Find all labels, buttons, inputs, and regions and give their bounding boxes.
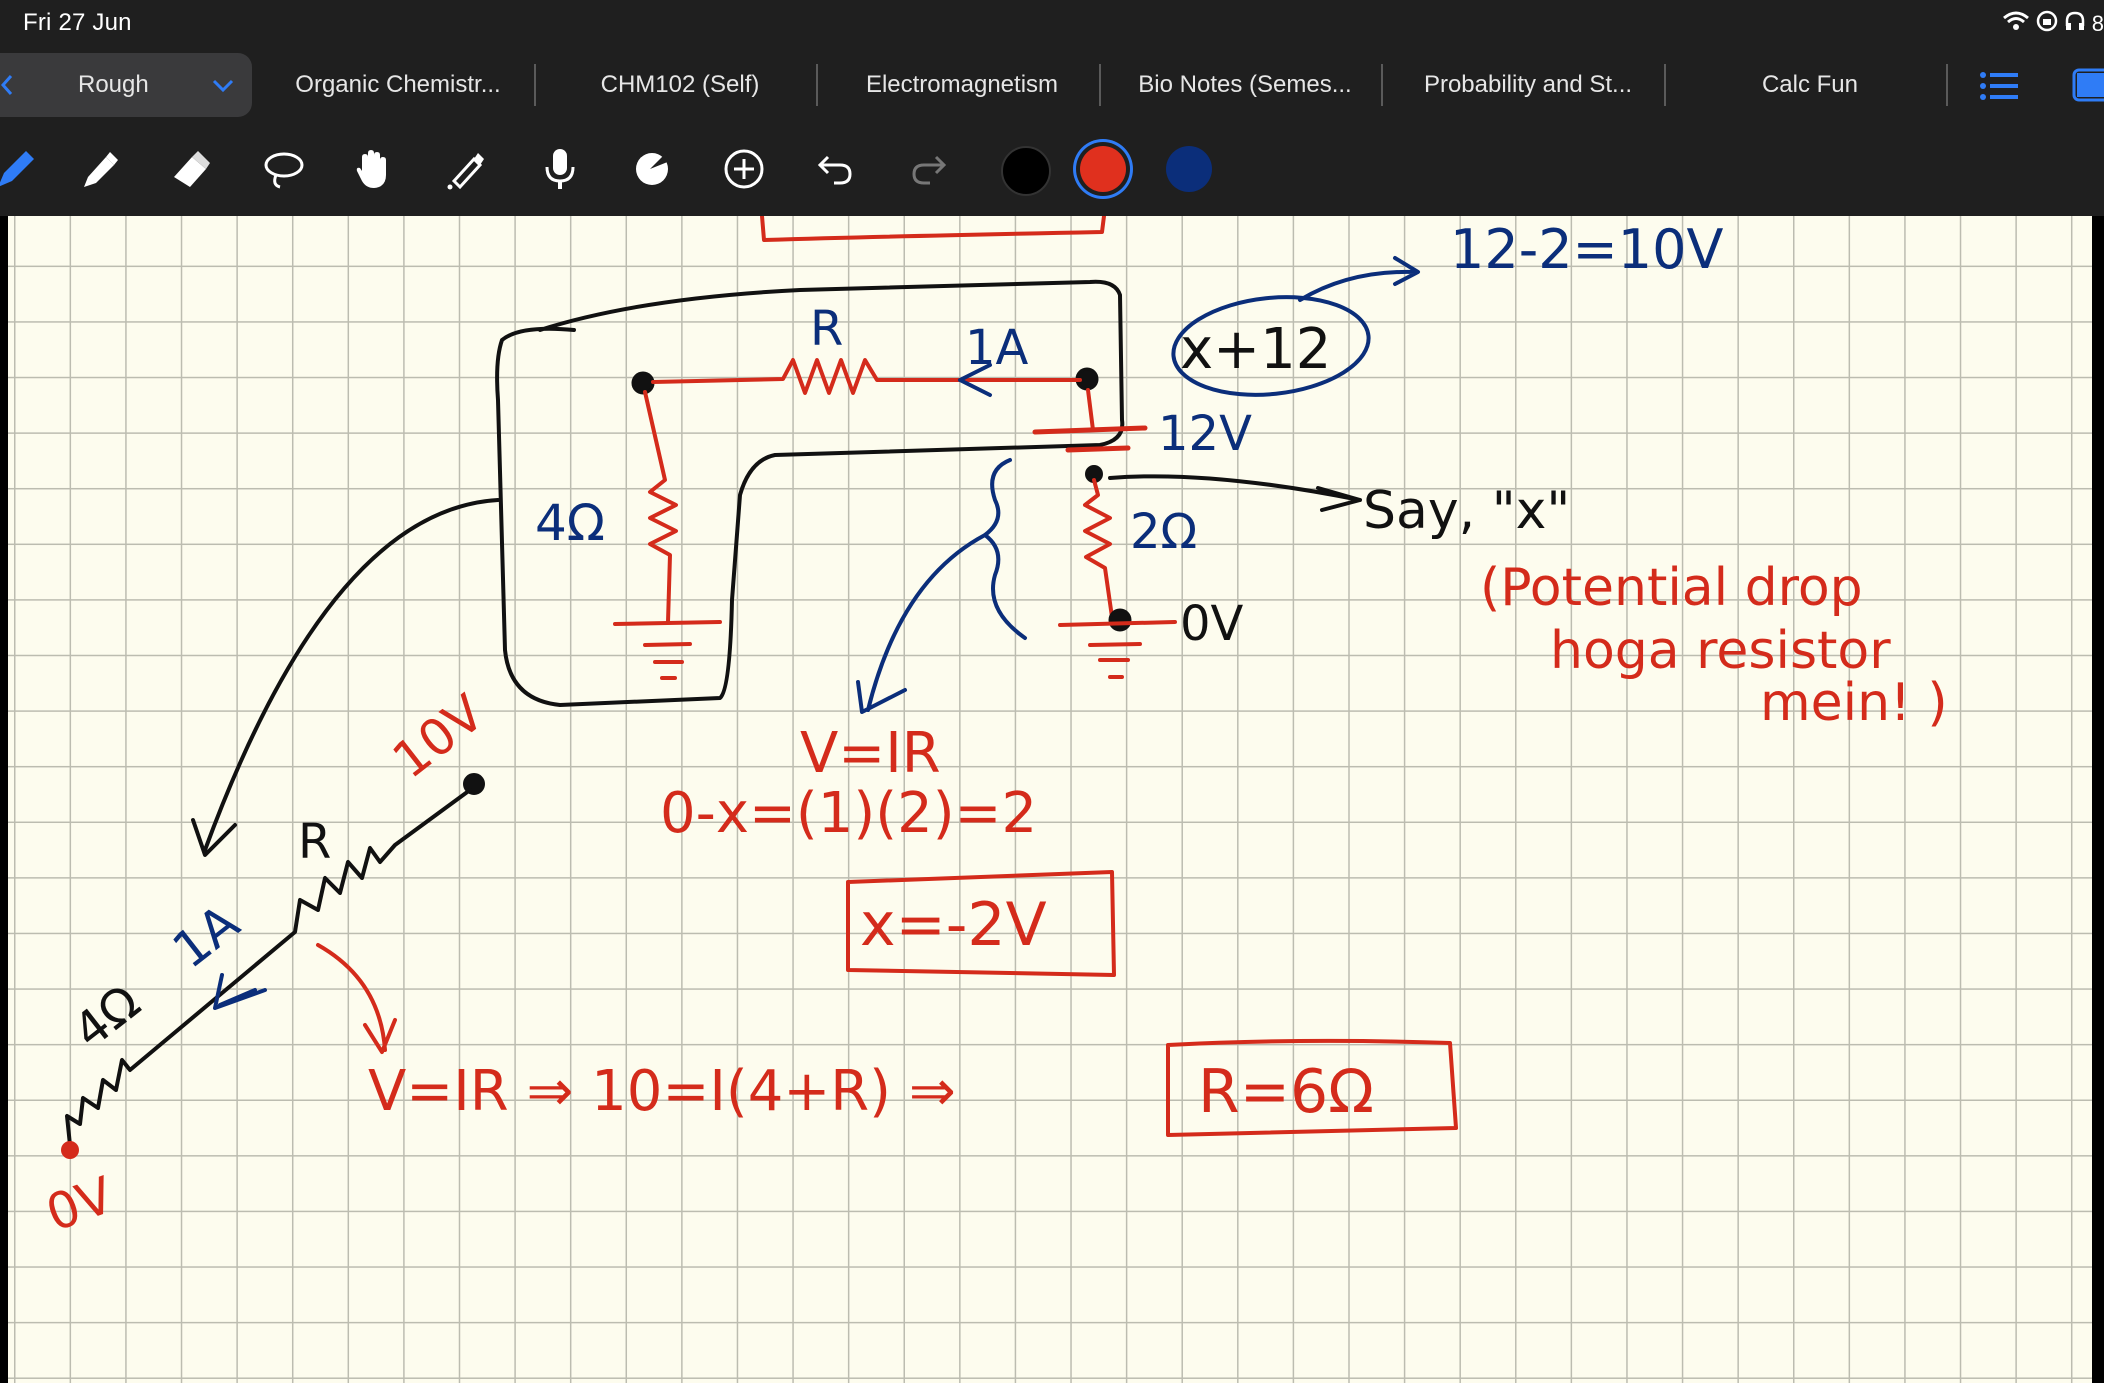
result-arrow [1298,256,1420,302]
wire-0v-label: 0V [39,1166,121,1243]
wire-current-label: 1A [162,893,250,979]
redo-icon[interactable] [902,143,954,195]
note-canvas[interactable]: R 1A 4Ω 12V 2Ω 0V Say, "x" (Potential dr… [8,216,2092,1383]
add-icon[interactable] [718,143,770,195]
tab-calc-fun[interactable]: Calc Fun [1690,62,1930,108]
battery-percent: 8 [2091,11,2104,36]
tab-divider [1664,64,1666,106]
tab-label: Rough [78,71,149,98]
color-black[interactable] [1001,146,1051,196]
status-bar: Fri 27 Jun 8 [0,0,2104,48]
equation-final: V=IR ⇒ 10=I(4+R) ⇒ [368,1059,956,1124]
battery-label: 12V [1158,406,1252,462]
resistor-4ohm [643,390,678,624]
note-line-3: mein! ) [1760,673,1948,733]
equation-v-ir: V=IR [800,721,941,786]
tab-bio-notes[interactable]: Bio Notes (Semes... [1125,62,1365,108]
notebook-tab-bar: Rough Organic Chemistr... CHM102 (Self) … [0,48,2104,122]
status-date: Fri 27 Jun [23,9,132,36]
chevron-left-icon[interactable] [0,73,14,97]
highlighter-icon[interactable] [74,143,126,195]
wire-r-label: R [298,814,331,870]
laser-pointer-icon[interactable] [440,143,492,195]
color-red-selected[interactable] [1080,146,1126,192]
brace-arrow [856,533,987,714]
derivation-arrow [316,943,397,1054]
note-line-1: (Potential drop [1480,558,1863,618]
wire-4ohm-label: 4Ω [63,974,150,1060]
node-dot [1108,608,1132,632]
resistor-4ohm-label: 4Ω [535,494,605,552]
tab-chm102[interactable]: CHM102 (Self) [560,62,800,108]
screen-lock-icon [2036,10,2058,38]
top-right-calculation: 12-2=10V [1450,218,1724,281]
tab-electromagnetism[interactable]: Electromagnetism [842,62,1082,108]
headphones-icon [2064,10,2086,38]
undo-icon[interactable] [810,143,862,195]
tab-probability[interactable]: Probability and St... [1408,62,1648,108]
ground-0v-label: 0V [1180,596,1244,652]
current-label: 1A [965,320,1029,376]
drawing-toolbar [0,122,2104,216]
tab-divider [534,64,536,106]
note-line-2: hoga resistor [1550,621,1891,681]
eraser-icon[interactable] [166,143,218,195]
handwritten-notes: R 1A 4Ω 12V 2Ω 0V Say, "x" (Potential dr… [39,216,1948,1243]
color-navy[interactable] [1166,146,1212,192]
result-x: x=-2V [860,890,1047,960]
chevron-down-icon[interactable] [211,77,235,93]
pen-icon[interactable] [0,143,42,195]
wifi-icon [2002,10,2030,38]
resistor-2ohm [1083,478,1114,619]
tab-divider [1099,64,1101,106]
cropped-box-red [760,216,1106,242]
microphone-icon[interactable] [534,143,586,195]
node-dot [61,1141,79,1159]
status-icons: 8 [2002,10,2104,38]
final-result: R=6Ω [1198,1057,1374,1127]
list-icon[interactable] [1980,72,2018,100]
wire [1086,388,1095,432]
tab-divider [816,64,818,106]
tab-divider [1946,64,1948,106]
resistor-r-label: R [810,301,843,357]
node-potential-label: x+12 [1180,317,1331,382]
tab-divider [1381,64,1383,106]
shape-icon[interactable] [626,143,678,195]
say-x-text: Say, "x" [1363,481,1570,541]
lasso-icon[interactable] [258,143,310,195]
resistor-2ohm-label: 2Ω [1130,504,1197,560]
hand-icon[interactable] [348,143,400,195]
equation-drop: 0-x=(1)(2)=2 [660,781,1037,846]
node-dot [631,371,655,395]
tab-organic-chemistry[interactable]: Organic Chemistr... [278,62,518,108]
tab-rough[interactable]: Rough [0,53,252,117]
ground-symbol [613,620,722,680]
sidebar-icon[interactable] [2072,68,2104,102]
brace [983,458,1027,640]
